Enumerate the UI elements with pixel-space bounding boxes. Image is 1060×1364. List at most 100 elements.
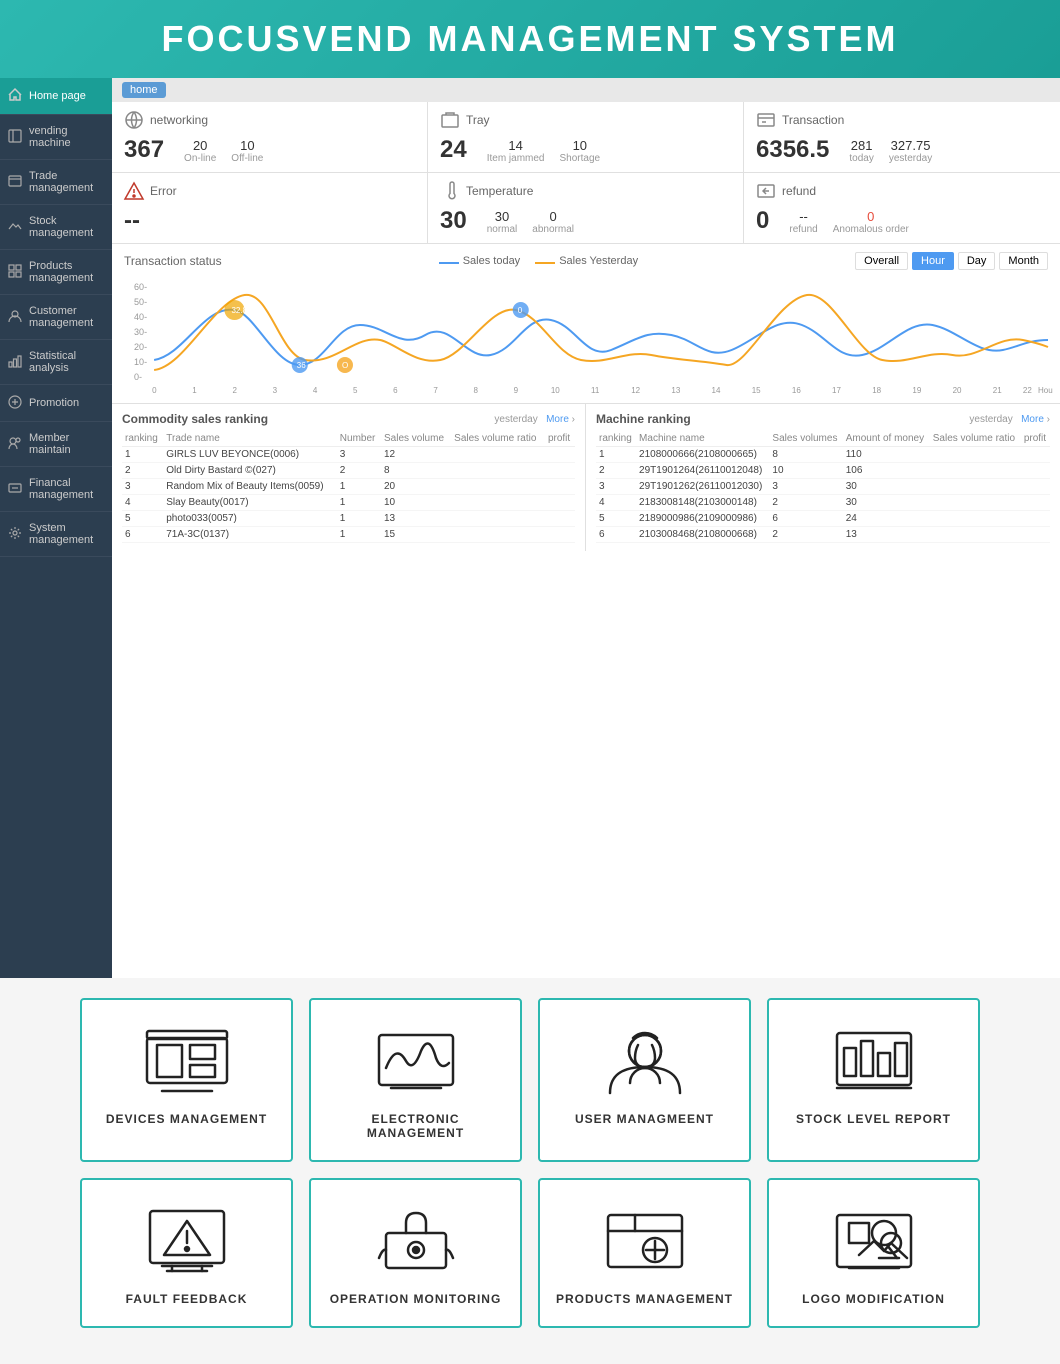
networking-online: 20 (184, 138, 216, 153)
temperature-main: 30 (440, 207, 467, 235)
col-sales-volume: Sales volume (381, 431, 451, 447)
temp-normal-label: normal (487, 224, 518, 235)
btn-month[interactable]: Month (999, 252, 1048, 270)
sidebar-item-stats-label: Statistical analysis (29, 350, 104, 374)
feature-card-label: LOGO MODIFICATION (802, 1292, 945, 1306)
chart-svg: 60- 50- 40- 30- 20- 10- 0- 32.8 36 (124, 275, 1048, 395)
sidebar-item-member[interactable]: Member maintain (0, 422, 112, 467)
devices-icon (142, 1020, 232, 1100)
feature-card-stock-icon[interactable]: STOCK LEVEL REPORT (767, 998, 980, 1162)
refund-icon (756, 181, 776, 201)
table-row: 329T1901262(26110012030)330 (596, 479, 1050, 495)
cards-row-2: FAULT FEEDBACK OPERATION MONITORING PROD… (80, 1178, 980, 1328)
networking-icon (124, 110, 144, 130)
home-icon (8, 88, 24, 104)
svg-text:0: 0 (152, 386, 157, 395)
stat-transaction: Transaction 6356.5 281 today 327.75 yest… (744, 102, 1060, 172)
sidebar-item-stock[interactable]: Stock management (0, 205, 112, 250)
btn-hour[interactable]: Hour (912, 252, 954, 270)
temperature-icon (440, 181, 460, 201)
feature-card-label: FAULT FEEDBACK (126, 1292, 248, 1306)
feature-card-operation-icon[interactable]: OPERATION MONITORING (309, 1178, 522, 1328)
error-title: Error (150, 184, 177, 198)
app-header: FOCUSVEND MANAGEMENT SYSTEM (0, 0, 1060, 78)
table-row: 12108000666(2108000665)8110 (596, 447, 1050, 463)
tray-icon (440, 110, 460, 130)
sidebar-item-system[interactable]: System management (0, 512, 112, 557)
svg-text:60-: 60- (134, 282, 147, 292)
temp-abnormal-label: abnormal (532, 224, 574, 235)
table-row: 1GIRLS LUV BEYONCE(0006)312 (122, 447, 575, 463)
machine-table-panel: Machine ranking yesterday More › ranking… (586, 404, 1060, 551)
svg-text:30-: 30- (134, 327, 147, 337)
temp-abnormal: 0 (532, 209, 574, 224)
stat-networking: networking 367 20 On-line 10 Off-line (112, 102, 428, 172)
svg-text:21: 21 (993, 386, 1002, 395)
transaction-yesterday-label: yesterday (889, 153, 932, 164)
svg-text:Hou: Hou (1038, 386, 1053, 395)
machine-more[interactable]: More (1021, 414, 1044, 425)
feature-card-user-icon[interactable]: USER MANAGMEENT (538, 998, 751, 1162)
anomalous-val: 0 (833, 209, 909, 224)
commodity-more[interactable]: More (546, 414, 569, 425)
stock-icon (829, 1020, 919, 1100)
svg-text:40-: 40- (134, 312, 147, 322)
refund-val: -- (789, 209, 817, 224)
transaction-yesterday: 327.75 (889, 138, 932, 153)
networking-online-label: On-line (184, 153, 216, 164)
sidebar-item-vending[interactable]: vending machine (0, 115, 112, 160)
col-sales-ratio: Sales volume ratio (451, 431, 545, 447)
svg-text:O: O (342, 361, 348, 370)
feature-card-products-icon[interactable]: PRODUCTS MANAGEMENT (538, 1178, 751, 1328)
sidebar-item-products[interactable]: Products management (0, 250, 112, 295)
feature-card-devices-icon[interactable]: DEVICES MANAGEMENT (80, 998, 293, 1162)
feature-card-fault-icon[interactable]: FAULT FEEDBACK (80, 1178, 293, 1328)
temp-normal: 30 (487, 209, 518, 224)
sidebar-item-financial[interactable]: Financal management (0, 467, 112, 512)
sidebar-item-promotion-label: Promotion (29, 397, 79, 409)
svg-text:5: 5 (353, 386, 358, 395)
table-row: 52189000986(2109000986)624 (596, 511, 1050, 527)
machine-table-title: Machine ranking (596, 412, 691, 426)
feature-card-electronic-icon[interactable]: ELECTRONIC MANAGEMENT (309, 998, 522, 1162)
svg-text:11: 11 (591, 386, 600, 395)
transaction-today-label: today (849, 153, 873, 164)
anomalous-label: Anomalous order (833, 224, 909, 235)
sidebar-item-trade[interactable]: Trade management (0, 160, 112, 205)
transaction-main: 6356.5 (756, 136, 829, 164)
transaction-today: 281 (849, 138, 873, 153)
networking-title: networking (150, 113, 208, 127)
table-row: 3Random Mix of Beauty Items(0059)120 (122, 479, 575, 495)
chart-area: Transaction status Sales today Sales Yes… (112, 244, 1060, 404)
feature-card-logo-icon[interactable]: LOGO MODIFICATION (767, 1178, 980, 1328)
breadcrumb-home[interactable]: home (122, 82, 166, 98)
commodity-table-panel: Commodity sales ranking yesterday More ›… (112, 404, 586, 551)
svg-text:19: 19 (912, 386, 921, 395)
feature-card-label: OPERATION MONITORING (330, 1292, 502, 1306)
svg-text:22: 22 (1023, 386, 1032, 395)
sidebar-item-customer[interactable]: Customer management (0, 295, 112, 340)
sidebar-item-promotion[interactable]: Promotion (0, 385, 112, 422)
sidebar-item-home[interactable]: Home page (0, 78, 112, 115)
operation-icon (371, 1200, 461, 1280)
mcol-amount: Amount of money (843, 431, 930, 447)
commodity-data-table: ranking Trade name Number Sales volume S… (122, 431, 575, 543)
chart-buttons: Overall Hour Day Month (855, 252, 1048, 270)
svg-text:2: 2 (232, 386, 237, 395)
trade-icon (8, 174, 24, 190)
svg-text:17: 17 (832, 386, 841, 395)
sidebar-item-stock-label: Stock management (29, 215, 104, 239)
svg-text:7: 7 (433, 386, 438, 395)
sidebar-item-stats[interactable]: Statistical analysis (0, 340, 112, 385)
mcol-ranking: ranking (596, 431, 636, 447)
svg-text:32.8: 32.8 (231, 306, 247, 315)
btn-day[interactable]: Day (958, 252, 996, 270)
sidebar-item-member-label: Member maintain (29, 432, 104, 456)
networking-offline-label: Off-line (231, 153, 263, 164)
btn-overall[interactable]: Overall (855, 252, 908, 270)
col-ranking: ranking (122, 431, 163, 447)
svg-text:10-: 10- (134, 357, 147, 367)
sidebar-item-products-label: Products management (29, 260, 104, 284)
col-profit: profit (545, 431, 575, 447)
transaction-title: Transaction (782, 113, 844, 127)
